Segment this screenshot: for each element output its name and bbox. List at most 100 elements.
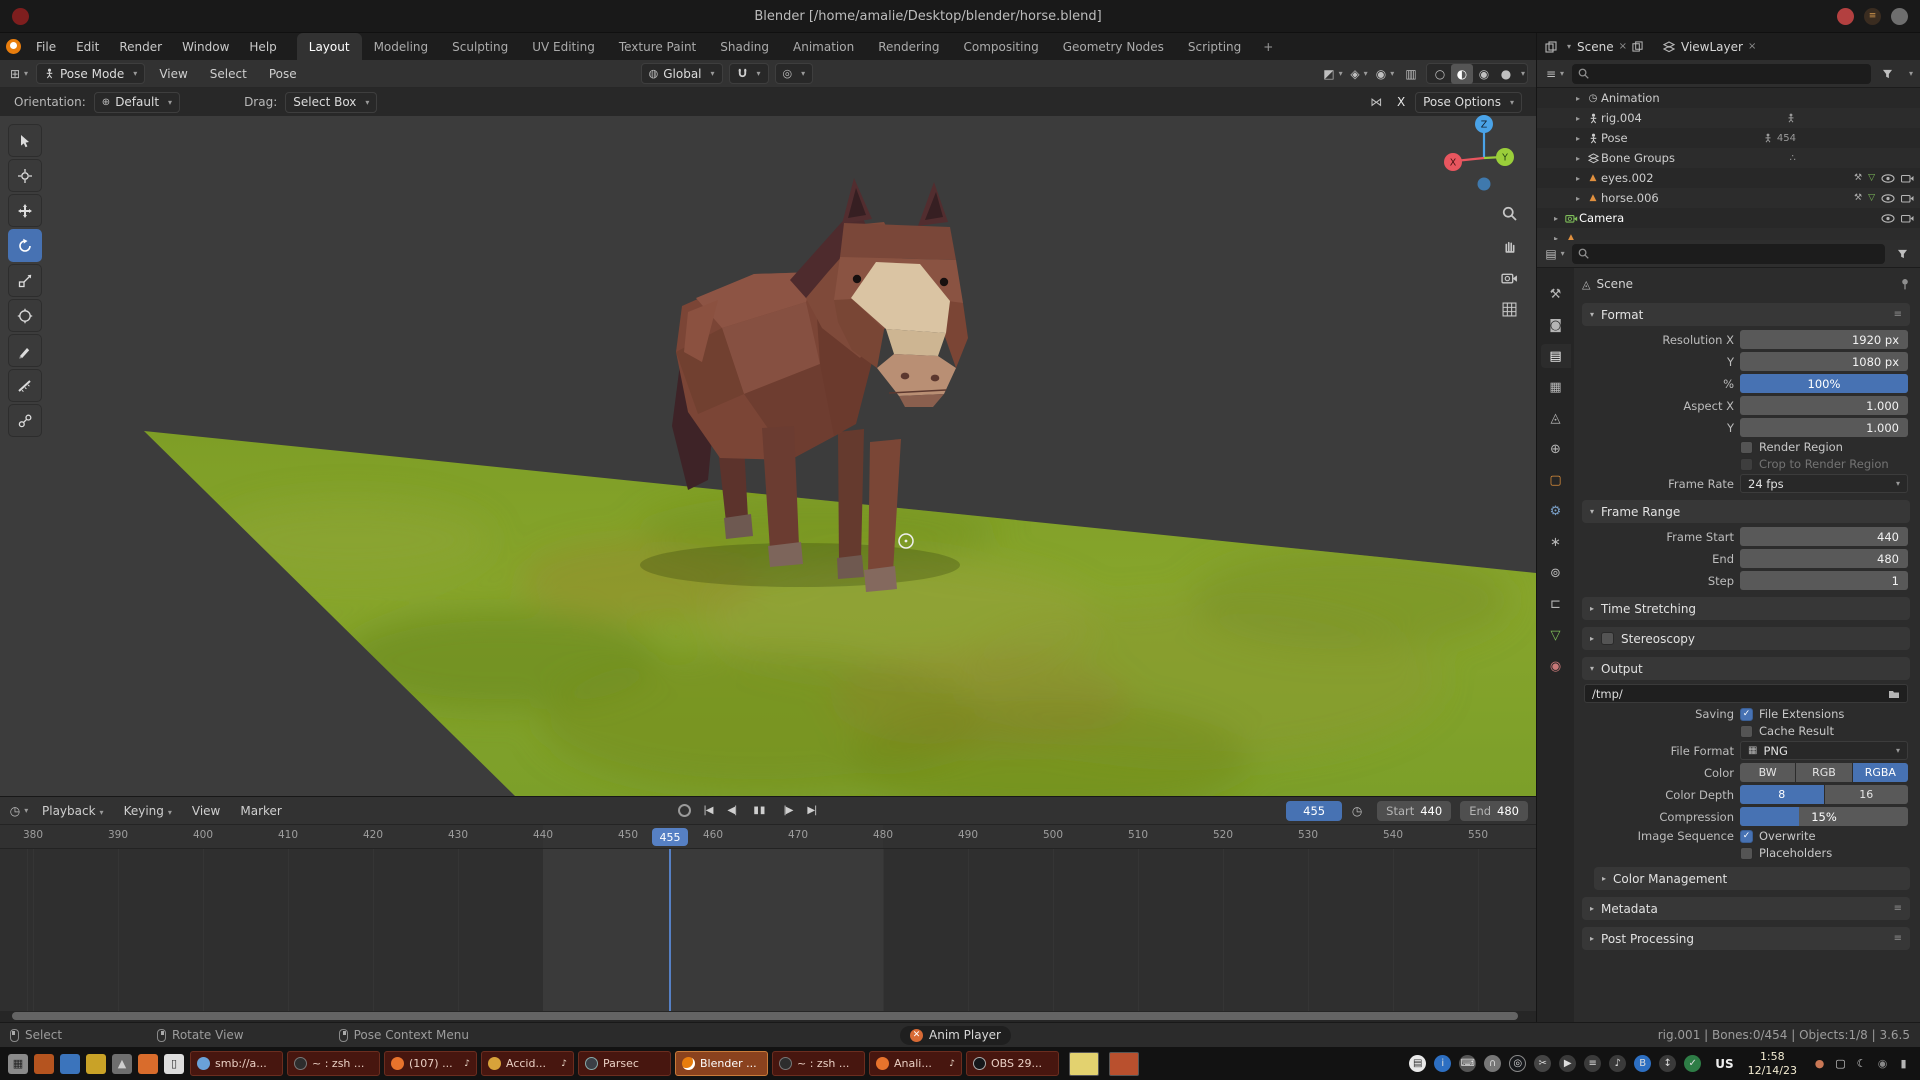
tab-scene[interactable]: ◬ [1541, 406, 1571, 430]
obs-tray-icon[interactable]: ◎ [1509, 1055, 1526, 1072]
frame-rate-dropdown[interactable]: 24 fps▾ [1740, 474, 1908, 493]
tab-texture-paint[interactable]: Texture Paint [607, 33, 708, 60]
taskbar-window-zsh-2[interactable]: ~ : zsh ... [772, 1051, 865, 1076]
disable-render-icon[interactable] [1901, 194, 1914, 203]
menu-edit[interactable]: Edit [66, 33, 109, 60]
hide-viewport-icon[interactable] [1881, 174, 1895, 183]
file-format-dropdown[interactable]: ▦PNG▾ [1740, 741, 1908, 760]
menu-window[interactable]: Window [172, 33, 239, 60]
timeline-ruler[interactable]: 380 390 400 410 420 430 440 450 460 470 … [0, 825, 1536, 849]
current-frame-field[interactable]: 455 [1286, 801, 1342, 821]
disable-render-icon[interactable] [1901, 214, 1914, 223]
anim-player-chip[interactable]: ✕ Anim Player [900, 1026, 1011, 1045]
overwrite-checkbox[interactable]: ✓ [1740, 830, 1753, 843]
section-frame-range[interactable]: ▾Frame Range [1582, 500, 1910, 523]
headset-icon[interactable]: ∩ [1484, 1055, 1501, 1072]
preset-menu-icon[interactable]: ≡ [1894, 903, 1902, 914]
camera-view-icon[interactable] [1496, 264, 1522, 290]
scrollbar-thumb[interactable] [12, 1012, 1518, 1020]
pan-hand-icon[interactable] [1496, 232, 1522, 258]
expand-icon[interactable]: ▸ [1571, 194, 1585, 203]
section-metadata[interactable]: ▸Metadata≡ [1582, 897, 1910, 920]
menu-render[interactable]: Render [109, 33, 172, 60]
section-color-management[interactable]: ▸Color Management [1594, 867, 1910, 890]
stereoscopy-checkbox[interactable] [1601, 632, 1614, 645]
menu-marker[interactable]: Marker [232, 804, 289, 818]
mirror-icon[interactable]: ⋈ [1365, 92, 1387, 112]
frame-end-field[interactable]: 480 [1740, 549, 1908, 568]
screenshot-icon[interactable]: ✂ [1534, 1055, 1551, 1072]
pose-options-dropdown[interactable]: Pose Options ▾ [1415, 92, 1522, 113]
tab-modeling[interactable]: Modeling [362, 33, 441, 60]
properties-search-input[interactable] [1572, 244, 1885, 264]
taskbar-thumbnail-orange[interactable] [1109, 1052, 1139, 1076]
cache-result-checkbox[interactable] [1740, 725, 1753, 738]
viewport-3d[interactable]: ⊞▾ Pose Mode ▾ View Select Pose ◍ Global… [0, 60, 1536, 796]
bluetooth-icon[interactable]: B [1634, 1055, 1651, 1072]
expand-icon[interactable]: ▸ [1571, 174, 1585, 183]
media-icon[interactable]: ▲ [112, 1054, 132, 1074]
mode-dropdown[interactable]: Pose Mode ▾ [36, 63, 145, 84]
previous-keyframe-button[interactable]: ◀| [721, 801, 743, 821]
taskbar-window-zsh-1[interactable]: ~ : zsh ... [287, 1051, 380, 1076]
scene-browse-icon[interactable] [1545, 41, 1557, 53]
input-device-icon[interactable]: ⌨ [1459, 1055, 1476, 1072]
taskbar-window-obs[interactable]: OBS 29... [966, 1051, 1059, 1076]
outliner-row-eyes[interactable]: ▸ ▲ eyes.002 ⚒ ▽ [1537, 168, 1920, 188]
jump-to-end-button[interactable]: ▶| [801, 801, 823, 821]
aspect-x-field[interactable]: 1.000 [1740, 396, 1908, 415]
filter-icon[interactable] [1877, 64, 1899, 84]
frame-step-field[interactable]: 1 [1740, 571, 1908, 590]
timeline-editor-type-icon[interactable]: ◷▾ [8, 801, 30, 821]
outliner-search-input[interactable] [1572, 64, 1871, 84]
expand-icon[interactable]: ▸ [1571, 154, 1585, 163]
menu-view[interactable]: View [151, 67, 195, 81]
section-time-stretching[interactable]: ▸Time Stretching [1582, 597, 1910, 620]
resolution-x-field[interactable]: 1920 px [1740, 330, 1908, 349]
shading-rendered-icon[interactable]: ● [1495, 64, 1517, 84]
tool-transform[interactable] [8, 299, 42, 332]
folder-icon[interactable] [1888, 689, 1900, 699]
transform-orientation-dropdown[interactable]: ◍ Global ▾ [641, 63, 723, 84]
menu-pose[interactable]: Pose [261, 67, 305, 81]
next-keyframe-button[interactable]: |▶ [777, 801, 799, 821]
depth-16-button[interactable]: 16 [1825, 785, 1909, 804]
resolution-y-field[interactable]: 1080 px [1740, 352, 1908, 371]
tab-animation[interactable]: Animation [781, 33, 866, 60]
gizmo-minus-z-axis[interactable] [1478, 178, 1491, 191]
resolution-percent-slider[interactable]: 100% [1740, 374, 1908, 393]
shading-solid-icon[interactable]: ◐ [1451, 64, 1473, 84]
tool-annotate[interactable] [8, 334, 42, 367]
menu-keying[interactable]: Keying▾ [116, 804, 180, 818]
firefox-launcher-icon[interactable] [138, 1054, 158, 1074]
tab-world[interactable]: ⊕ [1541, 437, 1571, 461]
menu-select[interactable]: Select [202, 67, 255, 81]
tab-constraints[interactable]: ⊏ [1541, 592, 1571, 616]
xray-toggle-icon[interactable]: ▥ [1400, 64, 1422, 84]
window-control-red[interactable] [1837, 8, 1854, 25]
tool-pose-breakdowner[interactable] [8, 404, 42, 437]
show-desktop-icon[interactable]: ▮ [1895, 1055, 1912, 1072]
stop-playback-icon[interactable]: ✕ [910, 1029, 923, 1042]
color-rgba-button[interactable]: RGBA [1853, 763, 1908, 782]
render-region-checkbox[interactable] [1740, 441, 1753, 454]
taskbar-thumbnail-yellow[interactable] [1069, 1052, 1099, 1076]
tool-select-box[interactable] [8, 124, 42, 157]
taskbar-window-parsec[interactable]: Parsec [578, 1051, 671, 1076]
taskbar-window-accid[interactable]: Accid... ♪ [481, 1051, 574, 1076]
taskbar-window-firefox-1[interactable]: (107) ... ♪ [384, 1051, 477, 1076]
tab-shading[interactable]: Shading [708, 33, 781, 60]
tab-physics[interactable]: ⊚ [1541, 561, 1571, 585]
color-rgb-button[interactable]: RGB [1796, 763, 1851, 782]
taskbar-window-blender[interactable]: Blender ... [675, 1051, 768, 1076]
tab-material[interactable]: ◉ [1541, 654, 1571, 678]
night-mode-icon[interactable]: ☾ [1853, 1055, 1870, 1072]
menu-timeline-view[interactable]: View [184, 804, 228, 818]
add-workspace-button[interactable]: + [1253, 33, 1283, 60]
mail-icon[interactable] [86, 1054, 106, 1074]
tab-compositing[interactable]: Compositing [951, 33, 1050, 60]
viewlayer-selector[interactable]: ViewLayer × [1681, 40, 1756, 54]
menu-help[interactable]: Help [239, 33, 286, 60]
section-format[interactable]: ▾Format≡ [1582, 303, 1910, 326]
drag-dropdown[interactable]: Select Box ▾ [285, 92, 377, 113]
